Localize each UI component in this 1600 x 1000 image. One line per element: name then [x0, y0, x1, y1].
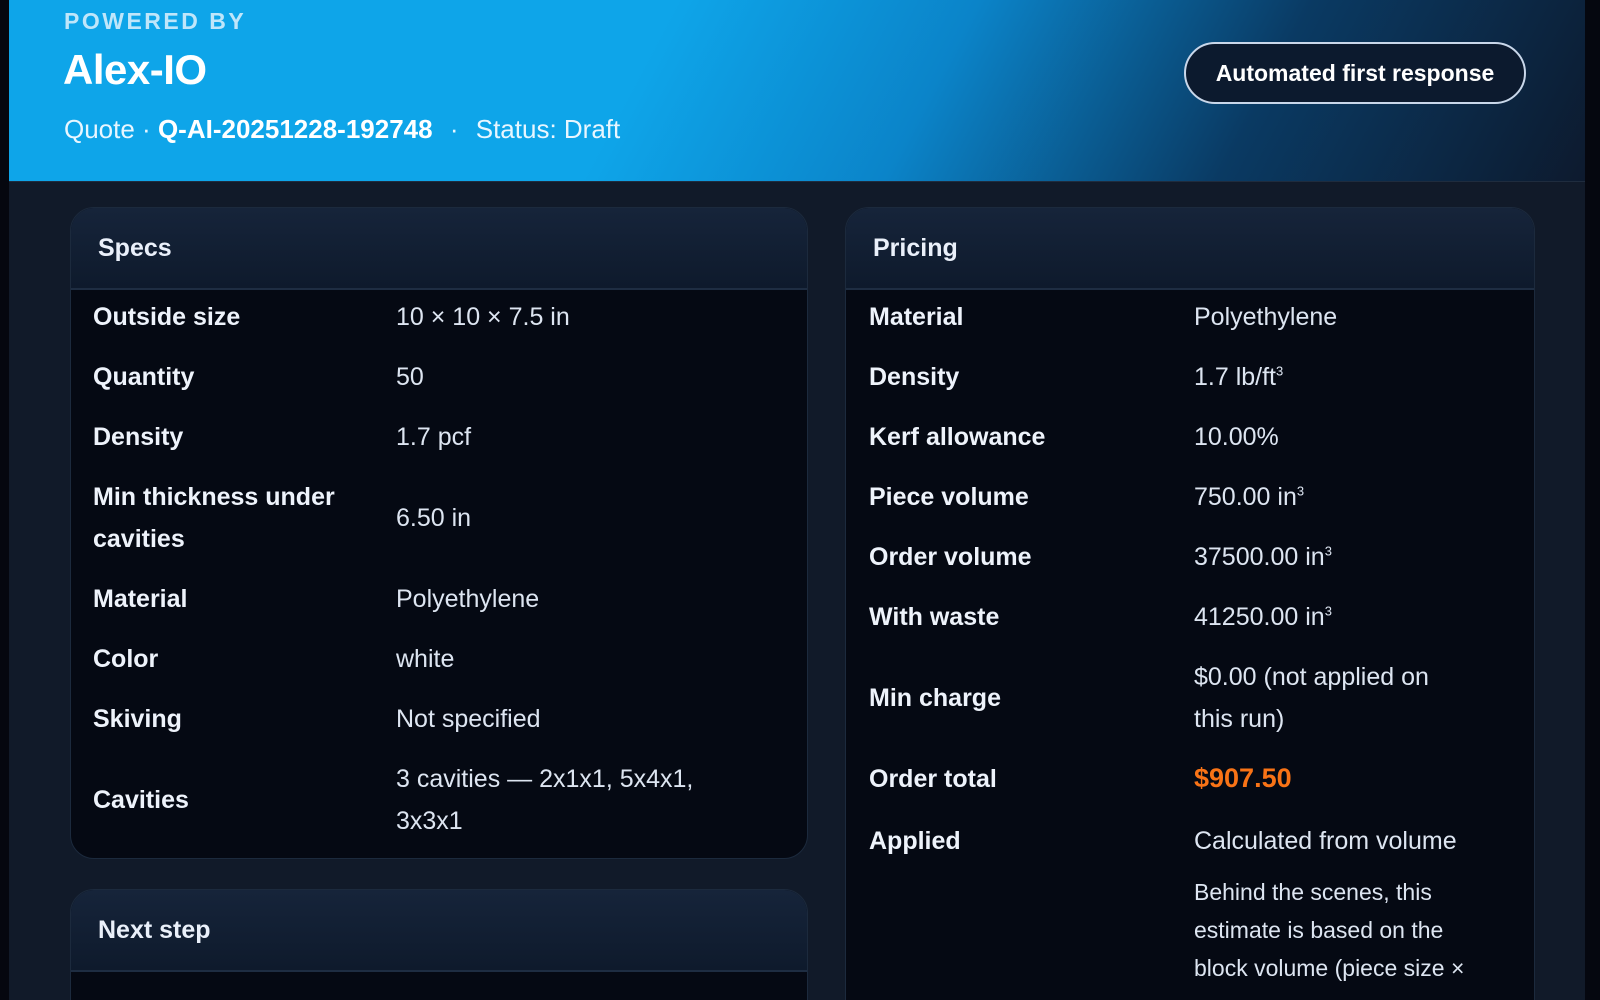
- next-step-card: Next step: [70, 889, 808, 1000]
- quote-label: Quote ·: [64, 114, 151, 144]
- spec-value-color: white: [396, 645, 455, 673]
- price-value-with-waste-exponent: 3: [1324, 603, 1332, 619]
- spec-value-min-thickness: 6.50 in: [396, 504, 472, 532]
- quote-number: Q-AI-20251228-192748: [157, 114, 433, 144]
- spec-value-cavities-line2: 3x3x1: [396, 807, 463, 835]
- price-label-order-total: Order total: [869, 765, 997, 793]
- spec-label-quantity: Quantity: [93, 363, 195, 391]
- specs-title: Specs: [71, 208, 807, 290]
- price-value-density-exponent: 3: [1276, 363, 1284, 379]
- price-value-order-volume-wrap: 37500.00 in3: [1194, 543, 1332, 572]
- pricing-note-line-3: block volume (piece size ×: [1194, 955, 1465, 981]
- quote-header: POWERED BY Alex-IO Quote · Q-AI-20251228…: [9, 0, 1585, 182]
- spec-value-outside-size: 10 × 10 × 7.5 in: [396, 303, 570, 331]
- price-value-order-total: $907.50: [1194, 763, 1292, 793]
- quote-page: POWERED BY Alex-IO Quote · Q-AI-20251228…: [9, 0, 1585, 1000]
- pricing-card: Pricing Material Polyethylene Density 1.…: [845, 207, 1535, 1000]
- spec-label-min-thickness-line2: cavities: [93, 525, 185, 553]
- spec-value-cavities: 3 cavities — 2x1x1, 5x4x1,: [396, 765, 694, 793]
- spec-label-skiving: Skiving: [93, 705, 182, 733]
- price-value-piece-volume-wrap: 750.00 in3: [1194, 483, 1304, 512]
- price-value-order-volume-exponent: 3: [1324, 543, 1332, 559]
- brand-name: Alex-IO: [63, 46, 207, 93]
- price-value-piece-volume: 750.00 in: [1194, 483, 1297, 511]
- powered-by-label: POWERED BY: [64, 8, 247, 34]
- price-label-applied: Applied: [869, 827, 961, 855]
- quote-status: Status: Draft: [475, 114, 621, 144]
- price-label-with-waste: With waste: [869, 603, 1000, 631]
- price-label-material: Material: [869, 303, 964, 331]
- pricing-note-line-1: Behind the scenes, this: [1194, 879, 1432, 905]
- price-value-with-waste: 41250.00 in: [1194, 603, 1325, 631]
- automated-response-badge: Automated first response: [1184, 42, 1526, 104]
- price-value-material: Polyethylene: [1194, 303, 1338, 331]
- price-value-min-charge-line2: this run): [1194, 705, 1285, 733]
- spec-label-cavities: Cavities: [93, 786, 189, 814]
- spec-value-density: 1.7 pcf: [396, 423, 472, 451]
- spec-label-density: Density: [93, 423, 184, 451]
- spec-value-material: Polyethylene: [396, 585, 540, 613]
- price-label-piece-volume: Piece volume: [869, 483, 1029, 511]
- pricing-title: Pricing: [846, 208, 1534, 290]
- spec-value-skiving: Not specified: [396, 705, 541, 733]
- price-value-order-volume: 37500.00 in: [1194, 543, 1325, 571]
- price-value-kerf: 10.00%: [1194, 423, 1279, 451]
- spec-label-min-thickness: Min thickness under: [93, 483, 335, 511]
- pricing-note-line-2: estimate is based on the: [1194, 917, 1444, 943]
- price-label-order-volume: Order volume: [869, 543, 1032, 571]
- spec-label-color: Color: [93, 645, 159, 673]
- price-value-min-charge: $0.00 (not applied on: [1194, 663, 1429, 691]
- spec-label-material: Material: [93, 585, 188, 613]
- quote-meta: Quote · Q-AI-20251228-192748 · Status: D…: [64, 114, 620, 145]
- specs-card: Specs Outside size 10 × 10 × 7.5 in Quan…: [70, 207, 808, 859]
- price-label-min-charge: Min charge: [869, 684, 1001, 712]
- price-label-kerf: Kerf allowance: [869, 423, 1046, 451]
- pricing-note: Behind the scenes, this estimate is base…: [1194, 873, 1464, 987]
- spec-value-quantity: 50: [396, 363, 424, 391]
- meta-separator: ·: [449, 114, 459, 144]
- price-value-piece-volume-exponent: 3: [1296, 483, 1305, 499]
- price-label-density: Density: [869, 363, 960, 391]
- next-step-title: Next step: [71, 890, 807, 972]
- price-value-density-wrap: 1.7 lb/ft3: [1194, 363, 1283, 392]
- price-value-with-waste-wrap: 41250.00 in3: [1194, 603, 1332, 632]
- price-value-applied: Calculated from volume: [1194, 827, 1457, 855]
- price-value-density: 1.7 lb/ft: [1194, 363, 1276, 391]
- spec-label-outside-size: Outside size: [93, 303, 241, 331]
